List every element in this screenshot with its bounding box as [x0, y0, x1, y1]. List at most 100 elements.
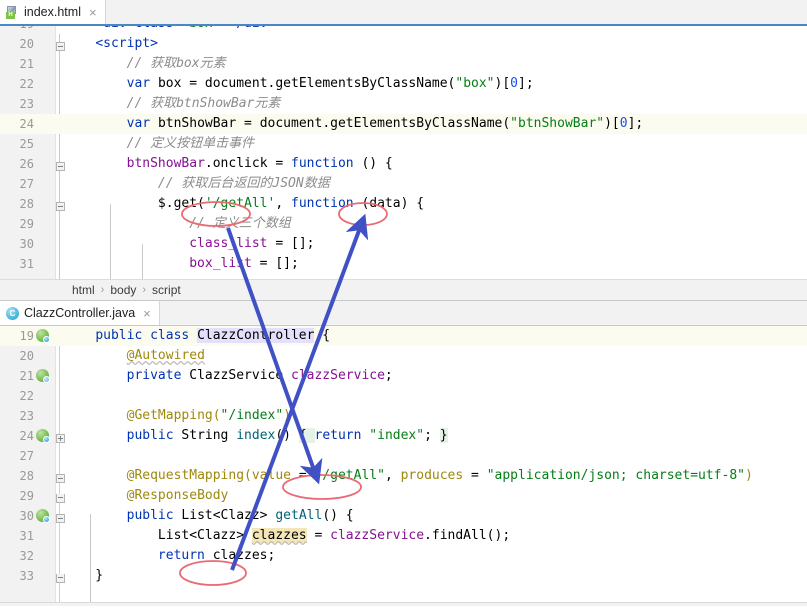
html-file-icon-letter: H: [6, 12, 15, 19]
code-text: @ResponseBody: [64, 486, 228, 506]
code-line[interactable]: 29 @ResponseBody: [0, 486, 807, 506]
line-number: 32: [0, 546, 34, 566]
tab-index-html[interactable]: H index.html ×: [0, 0, 106, 24]
line-number: 19: [0, 26, 34, 34]
code-text: var box = document.getElementsByClassNam…: [64, 74, 534, 94]
spring-bean-icon[interactable]: [36, 329, 49, 342]
code-text: return clazzes;: [64, 546, 275, 566]
code-line[interactable]: 28 @RequestMapping(value = "/getAll", pr…: [0, 466, 807, 486]
editor-tabbar-top: H index.html ×: [0, 0, 807, 26]
editor-pane-clazzcontroller[interactable]: 19 public class ClazzController {20 @Aut…: [0, 326, 807, 606]
code-line[interactable]: 25 // 定义按钮单击事件: [0, 134, 807, 154]
code-line[interactable]: 30 public List<Clazz> getAll() {: [0, 506, 807, 526]
code-rows-bottom: 19 public class ClazzController {20 @Aut…: [0, 326, 807, 586]
code-text: // 定义按钮单击事件: [64, 134, 254, 154]
code-text: btnShowBar.onclick = function () {: [64, 154, 393, 174]
line-number: 23: [0, 94, 34, 114]
line-number: 23: [0, 406, 34, 426]
code-line[interactable]: 21 private ClazzService clazzService;: [0, 366, 807, 386]
spring-mapping-icon[interactable]: [36, 509, 49, 522]
line-number: 19: [0, 326, 34, 346]
tab-clazzcontroller-java-label: ClazzController.java: [24, 306, 135, 320]
line-number: 28: [0, 466, 34, 486]
code-text: public String index() { return "index"; …: [64, 426, 448, 446]
code-line[interactable]: 19 <div class="box"></div>: [0, 26, 807, 34]
tab-clazzcontroller-java[interactable]: C ClazzController.java ×: [0, 301, 160, 325]
line-number: 28: [0, 194, 34, 214]
line-number: 20: [0, 346, 34, 366]
line-number: 30: [0, 506, 34, 526]
code-line[interactable]: 19 public class ClazzController {: [0, 326, 807, 346]
ide-window: H index.html × 19 <div class="box"></div…: [0, 0, 807, 612]
line-number: 31: [0, 254, 34, 274]
editor-pane-index-html[interactable]: 19 <div class="box"></div>20 <script>21 …: [0, 26, 807, 279]
code-line[interactable]: 22 var box = document.getElementsByClass…: [0, 74, 807, 94]
line-number: 24: [0, 426, 34, 446]
code-text: public List<Clazz> getAll() {: [64, 506, 354, 526]
line-number: 29: [0, 214, 34, 234]
code-text: $.get('/getAll', function (data) {: [64, 194, 424, 214]
code-line[interactable]: 20 @Autowired: [0, 346, 807, 366]
code-text: <script>: [64, 34, 158, 54]
code-line[interactable]: 31 List<Clazz> clazzes = clazzService.fi…: [0, 526, 807, 546]
code-text: }: [64, 566, 103, 586]
html-file-icon: H: [6, 6, 19, 19]
code-line[interactable]: 32 return clazzes;: [0, 546, 807, 566]
code-line[interactable]: 28 $.get('/getAll', function (data) {: [0, 194, 807, 214]
code-line[interactable]: 23 @GetMapping("/index"): [0, 406, 807, 426]
code-line[interactable]: 31 box_list = [];: [0, 254, 807, 274]
editor-tabbar-bottom: C ClazzController.java ×: [0, 301, 807, 326]
breadcrumb-item-body[interactable]: body: [110, 283, 136, 297]
breadcrumb-separator: ›: [101, 284, 105, 296]
breadcrumb-top: html › body › script: [0, 279, 807, 301]
code-line[interactable]: 21 // 获取box元素: [0, 54, 807, 74]
tabbar-empty-area-top: [106, 0, 807, 24]
spring-mapping-icon[interactable]: [36, 429, 49, 442]
bottom-edge-strip: [0, 602, 807, 606]
code-text: // 获取后台返回的JSON数据: [64, 174, 330, 194]
breadcrumb-separator: ›: [142, 284, 146, 296]
java-class-icon: C: [6, 307, 19, 320]
code-text: // 定义三个数组: [64, 214, 291, 234]
code-text: // 获取btnShowBar元素: [64, 94, 280, 114]
code-line[interactable]: 27 // 获取后台返回的JSON数据: [0, 174, 807, 194]
line-number: 27: [0, 174, 34, 194]
line-number: 21: [0, 54, 34, 74]
code-line[interactable]: 27: [0, 446, 807, 466]
code-line[interactable]: 22: [0, 386, 807, 406]
breadcrumb-item-script[interactable]: script: [152, 283, 181, 297]
code-line[interactable]: 26 btnShowBar.onclick = function () {: [0, 154, 807, 174]
code-line[interactable]: 24 var btnShowBar = document.getElements…: [0, 114, 807, 134]
code-rows-top: 19 <div class="box"></div>20 <script>21 …: [0, 26, 807, 274]
code-text: // 获取box元素: [64, 54, 226, 74]
close-icon[interactable]: ×: [86, 6, 97, 19]
spring-autowire-icon[interactable]: [36, 369, 49, 382]
line-number: 22: [0, 74, 34, 94]
line-number: 27: [0, 446, 34, 466]
code-line[interactable]: 24 public String index() { return "index…: [0, 426, 807, 446]
line-number: 22: [0, 386, 34, 406]
line-number: 26: [0, 154, 34, 174]
line-number: 25: [0, 134, 34, 154]
code-text: private ClazzService clazzService;: [64, 366, 393, 386]
code-line[interactable]: 33 }: [0, 566, 807, 586]
line-number: 29: [0, 486, 34, 506]
code-line[interactable]: 29 // 定义三个数组: [0, 214, 807, 234]
line-number: 21: [0, 366, 34, 386]
code-text: box_list = [];: [64, 254, 299, 274]
breadcrumb-item-html[interactable]: html: [72, 283, 95, 297]
line-number: 20: [0, 34, 34, 54]
code-line[interactable]: 23 // 获取btnShowBar元素: [0, 94, 807, 114]
code-text: var btnShowBar = document.getElementsByC…: [64, 114, 643, 134]
code-text: @RequestMapping(value = "/getAll", produ…: [64, 466, 753, 486]
code-text: <div class="box"></div>: [64, 26, 275, 34]
tab-index-html-label: index.html: [24, 5, 81, 19]
line-number: 30: [0, 234, 34, 254]
code-text: @Autowired: [64, 346, 205, 366]
code-text: public class ClazzController {: [64, 326, 330, 346]
code-text: List<Clazz> clazzes = clazzService.findA…: [64, 526, 510, 546]
close-icon[interactable]: ×: [140, 307, 151, 320]
code-line[interactable]: 30 class_list = [];: [0, 234, 807, 254]
line-number: 31: [0, 526, 34, 546]
code-line[interactable]: 20 <script>: [0, 34, 807, 54]
